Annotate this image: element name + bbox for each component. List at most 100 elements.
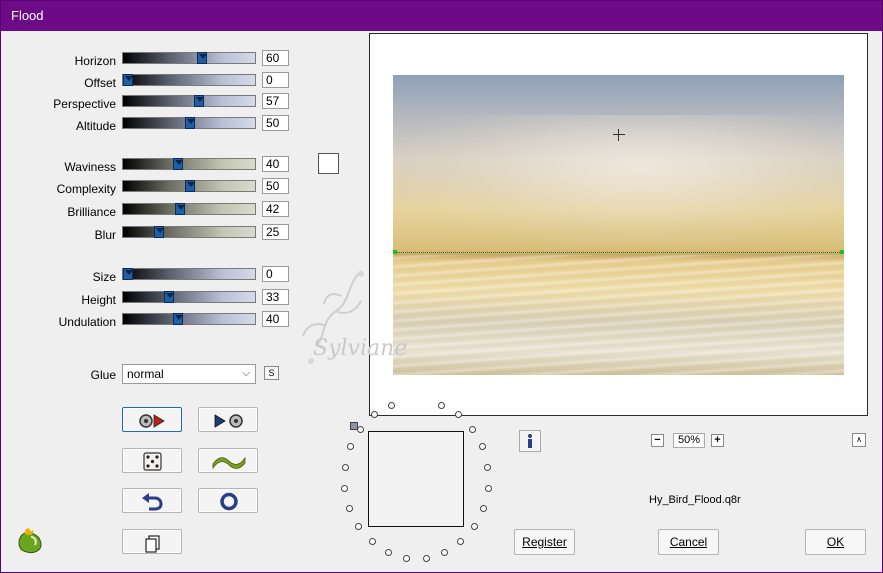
slider-thumb[interactable] bbox=[123, 74, 133, 86]
slider-row-undulation: Undulation 40 bbox=[1, 311, 301, 331]
ring-position-dot[interactable] bbox=[479, 443, 486, 450]
slider-height[interactable] bbox=[122, 291, 256, 303]
zoom-out-button[interactable]: − bbox=[651, 434, 664, 447]
glue-select[interactable]: normal ⌵ bbox=[122, 364, 256, 384]
horizon-line[interactable] bbox=[393, 252, 844, 253]
value-field-horizon[interactable]: 60 bbox=[262, 50, 289, 66]
slider-label-wrap: Undulation bbox=[1, 313, 116, 331]
color-preview-box[interactable] bbox=[368, 431, 464, 527]
ring-position-dot[interactable] bbox=[385, 549, 392, 556]
value-field-offset[interactable]: 0 bbox=[262, 72, 289, 88]
crosshair-icon[interactable] bbox=[613, 129, 625, 141]
reset-button[interactable] bbox=[198, 488, 258, 513]
slider-thumb[interactable] bbox=[164, 291, 174, 303]
slider-waviness[interactable] bbox=[122, 158, 256, 170]
slider-thumb[interactable] bbox=[175, 203, 185, 215]
slider-perspective[interactable] bbox=[122, 95, 256, 107]
undo-button[interactable] bbox=[122, 488, 182, 513]
slider-thumb[interactable] bbox=[173, 313, 183, 325]
ring-position-dot[interactable] bbox=[369, 538, 376, 545]
slider-size[interactable] bbox=[122, 268, 256, 280]
ok-button[interactable]: OK bbox=[805, 529, 866, 555]
randomize-button[interactable] bbox=[122, 448, 182, 473]
slider-brilliance[interactable] bbox=[122, 203, 256, 215]
slider-horizon[interactable] bbox=[122, 52, 256, 64]
slider-label-horizon: Horizon bbox=[74, 54, 116, 68]
cancel-button[interactable]: Cancel bbox=[658, 529, 719, 555]
value-field-blur[interactable]: 25 bbox=[262, 224, 289, 240]
undo-icon bbox=[142, 493, 163, 511]
slider-label-wrap: Perspective bbox=[1, 95, 116, 113]
value-field-undulation[interactable]: 40 bbox=[262, 311, 289, 327]
ring-position-dot[interactable] bbox=[441, 549, 448, 556]
value-field-size[interactable]: 0 bbox=[262, 266, 289, 282]
slider-row-offset: Offset 0 bbox=[1, 72, 301, 92]
ring-position-dot[interactable] bbox=[484, 464, 491, 471]
flood-dialog: Flood Horizon 60 Offset 0 Perspective 57 Altit… bbox=[0, 0, 883, 573]
ring-position-dot[interactable] bbox=[455, 411, 462, 418]
info-button[interactable] bbox=[519, 430, 541, 452]
copy-button[interactable] bbox=[122, 529, 182, 554]
slider-thumb[interactable] bbox=[123, 268, 133, 280]
ring-position-dot[interactable] bbox=[347, 443, 354, 450]
ring-position-dot[interactable] bbox=[355, 523, 362, 530]
register-button-label: Register bbox=[522, 535, 567, 549]
ring-position-dot[interactable] bbox=[480, 505, 487, 512]
color-swatch[interactable] bbox=[318, 153, 339, 174]
ring-position-dot[interactable] bbox=[423, 555, 430, 562]
app-logo-icon bbox=[18, 528, 42, 554]
slider-altitude[interactable] bbox=[122, 117, 256, 129]
slider-thumb[interactable] bbox=[173, 158, 183, 170]
zoom-in-button[interactable]: + bbox=[711, 434, 724, 447]
watermark-ornament bbox=[302, 270, 364, 364]
glue-select-value: normal bbox=[127, 367, 164, 381]
glue-s-button[interactable]: S bbox=[264, 366, 279, 380]
ring-position-dot[interactable] bbox=[403, 555, 410, 562]
value-field-complexity[interactable]: 50 bbox=[262, 178, 289, 194]
value-field-perspective[interactable]: 57 bbox=[262, 93, 289, 109]
ring-position-dot[interactable] bbox=[469, 426, 476, 433]
ring-position-dot[interactable] bbox=[388, 402, 395, 409]
slider-thumb[interactable] bbox=[185, 117, 195, 129]
ring-position-dot[interactable] bbox=[357, 426, 364, 433]
ring-position-dot[interactable] bbox=[342, 464, 349, 471]
slider-label-height: Height bbox=[81, 293, 116, 307]
collapse-button[interactable]: ∧ bbox=[852, 433, 866, 447]
preview-image[interactable] bbox=[393, 75, 844, 375]
value-field-waviness[interactable]: 40 bbox=[262, 156, 289, 172]
slider-blur[interactable] bbox=[122, 226, 256, 238]
register-button[interactable]: Register bbox=[514, 529, 575, 555]
save-preset-button[interactable] bbox=[198, 407, 258, 432]
slider-label-undulation: Undulation bbox=[58, 315, 116, 329]
slider-row-size: Size 0 bbox=[1, 266, 301, 286]
value-field-altitude[interactable]: 50 bbox=[262, 115, 289, 131]
slider-offset[interactable] bbox=[122, 74, 256, 86]
horizon-handle-left[interactable] bbox=[393, 250, 397, 254]
slider-label-wrap: Complexity bbox=[1, 180, 116, 198]
value-field-height[interactable]: 33 bbox=[262, 289, 289, 305]
horizon-handle-right[interactable] bbox=[840, 250, 844, 254]
slider-undulation[interactable] bbox=[122, 313, 256, 325]
ring-position-dot[interactable] bbox=[371, 411, 378, 418]
zoom-level: 50% bbox=[673, 433, 705, 448]
ring-position-dot[interactable] bbox=[346, 505, 353, 512]
ring-position-dot[interactable] bbox=[438, 402, 445, 409]
slider-thumb[interactable] bbox=[154, 226, 164, 238]
title-bar: Flood bbox=[1, 1, 882, 31]
slider-row-height: Height 33 bbox=[1, 289, 301, 309]
preview-panel[interactable] bbox=[369, 33, 868, 416]
wave-button[interactable] bbox=[198, 448, 258, 473]
ring-position-dot[interactable] bbox=[341, 485, 348, 492]
ring-position-dot[interactable] bbox=[471, 523, 478, 530]
value-field-brilliance[interactable]: 42 bbox=[262, 201, 289, 217]
slider-label-wrap: Size bbox=[1, 268, 116, 286]
load-preset-button[interactable] bbox=[122, 407, 182, 432]
slider-label-brilliance: Brilliance bbox=[67, 205, 116, 219]
copy-icon bbox=[145, 535, 160, 553]
slider-thumb[interactable] bbox=[194, 95, 204, 107]
slider-complexity[interactable] bbox=[122, 180, 256, 192]
ring-position-dot[interactable] bbox=[457, 538, 464, 545]
slider-thumb[interactable] bbox=[185, 180, 195, 192]
ring-position-dot[interactable] bbox=[485, 485, 492, 492]
slider-thumb[interactable] bbox=[197, 52, 207, 64]
